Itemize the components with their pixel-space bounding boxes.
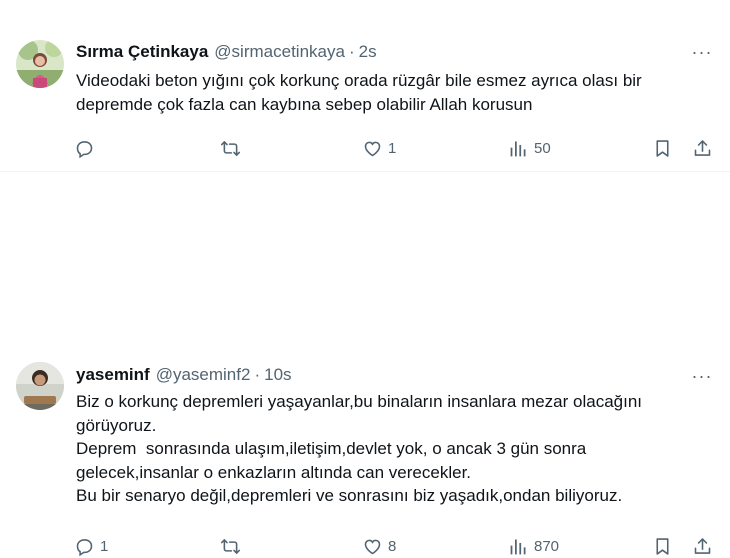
view-count: 870 [534,537,560,555]
separator: · [348,42,355,61]
share-button[interactable] [692,534,713,558]
views-button[interactable]: 870 [508,534,559,558]
views-icon [508,138,529,159]
reply-icon [74,536,95,557]
reply-icon [74,138,95,159]
reply-button[interactable]: 1 [74,534,108,558]
tweet-actions: 1 50 [74,136,716,160]
tweet-paragraph: Biz o korkunç depremleri yaşayanlar,bu b… [76,392,643,435]
tweet-paragraph: Deprem sonrasında ulaşım,iletişim,devlet… [76,439,587,482]
tweet-feed: Sırma Çetinkaya @sirmacetinkaya · 2s ···… [0,0,730,556]
user-handle[interactable]: @sirmacetinkaya [214,42,345,62]
tweet[interactable]: Sırma Çetinkaya @sirmacetinkaya · 2s ···… [0,0,730,172]
views-button[interactable]: 50 [508,136,551,160]
tweet-header: Sırma Çetinkaya @sirmacetinkaya · 2s [76,41,710,63]
display-name[interactable]: Sırma Çetinkaya [76,42,208,62]
tweet-paragraph: Bu bir senaryo değil,depremleri ve sonra… [76,486,623,505]
share-icon [692,536,713,557]
bookmark-button[interactable] [652,136,673,160]
tweet[interactable]: yaseminf @yaseminf2 · 10s ··· Biz o kork… [0,172,730,556]
like-count: 8 [388,537,397,555]
like-icon [362,536,383,557]
more-horizontal-icon[interactable]: ··· [690,365,714,387]
avatar[interactable] [16,362,64,410]
retweet-button[interactable] [220,534,246,558]
display-name[interactable]: yaseminf [76,365,150,385]
tweet-text: Videodaki beton yığını çok korkunç orada… [76,69,712,116]
share-button[interactable] [692,136,713,160]
timestamp[interactable]: 2s [359,42,377,62]
retweet-button[interactable] [220,136,246,160]
more-horizontal-icon[interactable]: ··· [690,41,714,63]
like-button[interactable]: 8 [362,534,396,558]
timestamp[interactable]: 10s [264,365,291,385]
bookmark-icon [652,536,673,557]
tweet-text: Biz o korkunç depremleri yaşayanlar,bu b… [76,390,712,508]
tweet-paragraph: Videodaki beton yığını çok korkunç orada… [76,71,642,114]
view-count: 50 [534,139,551,157]
avatar[interactable] [16,40,64,88]
tweet-actions: 1 8 870 [74,534,716,558]
reply-count: 1 [100,537,109,555]
user-handle[interactable]: @yaseminf2 [156,365,251,385]
separator: · [254,365,261,384]
like-button[interactable]: 1 [362,136,396,160]
share-icon [692,138,713,159]
like-icon [362,138,383,159]
like-count: 1 [388,139,397,157]
bookmark-icon [652,138,673,159]
retweet-icon [220,138,241,159]
tweet-header: yaseminf @yaseminf2 · 10s [76,364,710,386]
reply-button[interactable] [74,136,100,160]
views-icon [508,536,529,557]
retweet-icon [220,536,241,557]
bookmark-button[interactable] [652,534,673,558]
